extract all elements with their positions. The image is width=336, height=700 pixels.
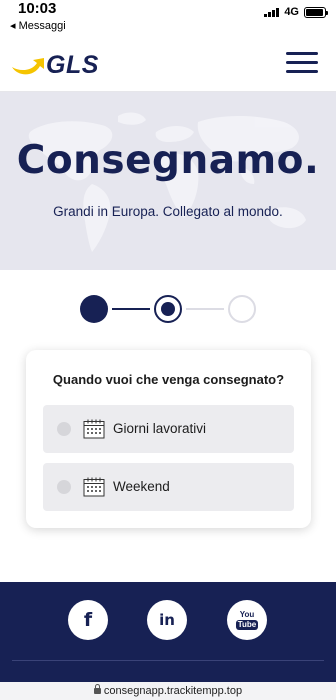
radio-button[interactable]: [57, 422, 71, 436]
signal-icon: [264, 7, 280, 17]
step-connector: [112, 308, 150, 310]
delivery-time-card: Quando vuoi che venga consegnato? Giorni…: [26, 350, 311, 528]
progress-stepper: [80, 294, 256, 324]
option-label: Weekend: [113, 479, 170, 494]
back-to-messages-link[interactable]: ◂ Messaggi: [10, 19, 66, 32]
battery-level: [306, 8, 324, 16]
status-bar: 10:03 ◂ Messaggi 4G: [0, 0, 336, 34]
footer-divider: [12, 660, 324, 661]
step-1-completed: [80, 295, 108, 323]
step-2-current: [154, 295, 182, 323]
facebook-button[interactable]: f: [68, 600, 108, 640]
youtube-icon: You Tube: [235, 609, 259, 630]
step-connector: [186, 308, 224, 310]
gls-logo-arrow-icon: [12, 58, 44, 75]
browser-url-bar[interactable]: consegnapp.trackitempp.top: [0, 682, 336, 700]
radio-button[interactable]: [57, 480, 71, 494]
option-weekend[interactable]: Weekend: [43, 463, 294, 511]
network-label: 4G: [284, 6, 299, 18]
youtube-button[interactable]: You Tube: [227, 600, 267, 640]
logo-text: GLS: [46, 50, 99, 79]
lock-icon: [93, 684, 101, 694]
option-label: Giorni lavorativi: [113, 421, 207, 436]
battery-icon: [304, 6, 328, 18]
gls-logo[interactable]: GLS: [10, 50, 99, 80]
site-footer: f in You Tube: [0, 582, 336, 682]
hero-subtitle: Grandi in Europa. Collegato al mondo.: [53, 204, 283, 219]
facebook-icon: f: [83, 609, 93, 631]
status-time: 10:03: [18, 0, 57, 17]
option-weekdays[interactable]: Giorni lavorativi: [43, 405, 294, 453]
url-text: consegnapp.trackitempp.top: [103, 685, 243, 697]
menu-button[interactable]: [286, 52, 318, 76]
linkedin-button[interactable]: in: [147, 600, 187, 640]
step-3-pending: [228, 295, 256, 323]
hamburger-menu-icon: [286, 52, 318, 55]
site-header: GLS: [0, 36, 336, 92]
calendar-icon: [83, 419, 105, 439]
delivery-question: Quando vuoi che venga consegnato?: [52, 372, 285, 387]
hero-banner: Consegnamo. Grandi in Europa. Collegato …: [0, 92, 336, 270]
hero-title: Consegnamo.: [16, 138, 320, 183]
calendar-icon: [83, 477, 105, 497]
status-indicators: 4G: [264, 6, 328, 18]
linkedin-icon: in: [159, 611, 175, 629]
